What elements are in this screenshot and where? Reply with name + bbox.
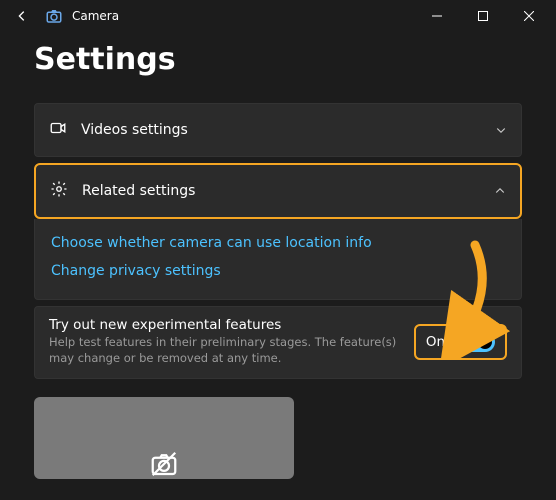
experimental-subtitle: Help test features in their preliminary … <box>49 335 404 366</box>
camera-off-icon <box>149 449 179 479</box>
experimental-toggle-group: On <box>414 324 507 360</box>
privacy-settings-link[interactable]: Change privacy settings <box>51 257 505 285</box>
camera-preview-tile[interactable] <box>34 397 294 479</box>
experimental-features-row: Try out new experimental features Help t… <box>34 306 522 379</box>
back-button[interactable] <box>4 0 40 32</box>
video-icon <box>49 119 67 141</box>
camera-app-icon <box>44 6 64 26</box>
chevron-up-icon <box>494 182 506 201</box>
related-settings-label: Related settings <box>82 183 480 199</box>
page-title: Settings <box>34 42 522 77</box>
videos-settings-label: Videos settings <box>81 122 481 138</box>
settings-page: Settings Videos settings Relate <box>0 32 556 479</box>
experimental-toggle[interactable] <box>455 332 495 352</box>
experimental-title: Try out new experimental features <box>49 317 404 333</box>
app-title: Camera <box>72 9 119 23</box>
maximize-button[interactable] <box>460 0 506 32</box>
toggle-state-label: On <box>426 334 445 350</box>
location-info-link[interactable]: Choose whether camera can use location i… <box>51 229 505 257</box>
minimize-button[interactable] <box>414 0 460 32</box>
chevron-down-icon <box>495 121 507 140</box>
title-bar: Camera <box>0 0 556 32</box>
related-settings-row[interactable]: Related settings <box>34 163 522 219</box>
gear-icon <box>50 180 68 202</box>
close-button[interactable] <box>506 0 552 32</box>
videos-settings-row[interactable]: Videos settings <box>34 103 522 157</box>
related-settings-expanded: Choose whether camera can use location i… <box>34 219 522 300</box>
window-controls <box>414 0 552 32</box>
